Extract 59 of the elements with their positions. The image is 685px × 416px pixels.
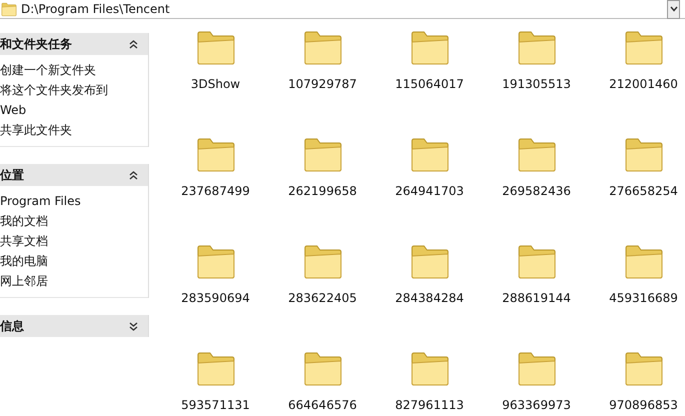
folder-icon[interactable] xyxy=(196,243,236,281)
folder-name[interactable]: 284384284 xyxy=(395,291,464,305)
folder-icon[interactable] xyxy=(516,243,556,281)
section-header[interactable]: 和文件夹任务 xyxy=(0,33,148,55)
folder-icon[interactable] xyxy=(302,350,342,388)
folder-name[interactable]: 288619144 xyxy=(502,291,571,305)
expand-icon[interactable] xyxy=(129,322,138,330)
folder-icon xyxy=(1,2,17,16)
folder-icon[interactable] xyxy=(624,243,664,281)
sidebar-link[interactable]: 将这个文件夹发布到 Web xyxy=(0,80,148,120)
folder-icon[interactable] xyxy=(196,350,236,388)
folder-icon[interactable] xyxy=(410,136,450,174)
caret-icon xyxy=(670,6,678,12)
sidebar-link[interactable]: 我的文档 xyxy=(0,211,148,231)
folder-name[interactable]: 283590694 xyxy=(181,291,250,305)
address-path: D:\Program Files\Tencent xyxy=(21,2,171,16)
folder-icon[interactable] xyxy=(302,136,342,174)
folder-name[interactable]: 237687499 xyxy=(181,184,250,198)
folder-name[interactable]: 3DShow xyxy=(190,77,240,91)
dropdown-button[interactable] xyxy=(667,0,680,18)
folder-name[interactable]: 664646576 xyxy=(288,398,357,412)
folder-icon[interactable] xyxy=(624,136,664,174)
folder-icon[interactable] xyxy=(516,29,556,67)
folder-icon[interactable] xyxy=(302,243,342,281)
collapse-icon[interactable] xyxy=(129,40,138,48)
sidebar-link[interactable]: Program Files xyxy=(0,191,148,211)
folder-name[interactable]: 212001460 xyxy=(609,77,678,91)
folder-name[interactable]: 107929787 xyxy=(288,77,357,91)
folder-name[interactable]: 276658254 xyxy=(609,184,678,198)
folder-icon[interactable] xyxy=(196,29,236,67)
sidebar-link[interactable]: 我的电脑 xyxy=(0,251,148,271)
folder-name[interactable]: 191305513 xyxy=(502,77,571,91)
folder-icon[interactable] xyxy=(196,136,236,174)
section-header[interactable]: 信息 xyxy=(0,315,148,337)
section-header[interactable]: 位置 xyxy=(0,164,148,186)
folder-icon[interactable] xyxy=(624,350,664,388)
sidebar-link[interactable]: 共享此文件夹 xyxy=(0,120,148,140)
folder-name[interactable]: 970896853 xyxy=(609,398,678,412)
sidebar-link[interactable]: 创建一个新文件夹 xyxy=(0,60,148,80)
folder-name[interactable]: 459316689 xyxy=(609,291,678,305)
collapse-icon[interactable] xyxy=(129,170,138,180)
folder-icon[interactable] xyxy=(516,350,556,388)
folder-icon[interactable] xyxy=(410,243,450,281)
folder-name[interactable]: 283622405 xyxy=(288,291,357,305)
folder-icon[interactable] xyxy=(410,350,450,388)
folder-name[interactable]: 115064017 xyxy=(395,77,464,91)
sidebar-link[interactable]: 共享文档 xyxy=(0,231,148,251)
folder-icon[interactable] xyxy=(624,29,664,67)
sidebar-link[interactable]: 网上邻居 xyxy=(0,271,148,291)
folder-name[interactable]: 593571131 xyxy=(181,398,250,412)
folder-name[interactable]: 269582436 xyxy=(502,184,571,198)
address-bar[interactable]: D:\Program Files\Tencent xyxy=(0,0,685,19)
folder-name[interactable]: 963369973 xyxy=(502,398,571,412)
folder-name[interactable]: 827961113 xyxy=(395,398,464,412)
folder-icon[interactable] xyxy=(516,136,556,174)
folder-name[interactable]: 262199658 xyxy=(288,184,357,198)
folder-icon[interactable] xyxy=(410,29,450,67)
folder-name[interactable]: 264941703 xyxy=(395,184,464,198)
folder-icon[interactable] xyxy=(302,29,342,67)
